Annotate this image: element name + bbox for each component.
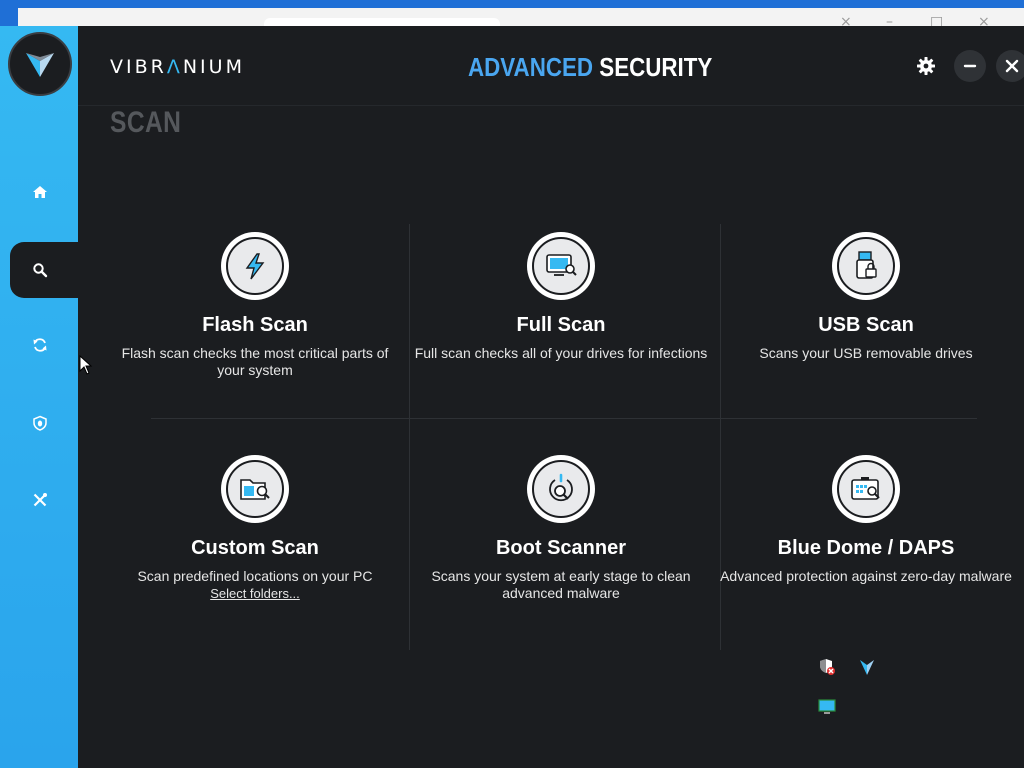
flash-scan-card[interactable]: Flash Scan Flash scan checks the most cr… (102, 232, 408, 379)
card-title: Full Scan (516, 314, 606, 336)
usb-scan-button[interactable] (832, 232, 900, 300)
app-header: VIBRΛNIUM ADVANCED SECURITY (78, 26, 1024, 106)
tools-icon (33, 493, 47, 507)
search-icon (33, 263, 48, 278)
flash-scan-button[interactable] (221, 232, 289, 300)
select-folders-link[interactable]: Select folders... (210, 586, 300, 601)
home-icon (33, 186, 47, 198)
card-description: Scans your system at early stage to clea… (431, 568, 691, 601)
sidebar-item-protection[interactable] (10, 395, 78, 451)
security-alert-tray-icon[interactable] (817, 657, 837, 677)
full-scan-card[interactable]: Full Scan Full scan checks all of your d… (408, 232, 714, 362)
folder-search-icon (240, 479, 270, 500)
card-title: Boot Scanner (495, 537, 627, 559)
card-description: Flash scan checks the most critical part… (121, 345, 389, 378)
settings-button[interactable] (910, 50, 942, 82)
card-title: Custom Scan (191, 537, 319, 559)
grid-divider (151, 418, 977, 419)
lightning-icon (245, 253, 265, 280)
card-description: Full scan checks all of your drives for … (414, 345, 708, 361)
full-scan-button[interactable] (527, 232, 595, 300)
shield-warning-icon (820, 659, 835, 675)
gear-icon (917, 57, 935, 75)
brand-wordmark: VIBRΛNIUM (110, 56, 245, 78)
custom-scan-button[interactable] (221, 455, 289, 523)
app-logo[interactable] (8, 32, 72, 96)
usb-lock-icon (856, 251, 877, 279)
card-description: Scan predefined locations on your PC (137, 568, 373, 584)
display-tray-icon[interactable] (817, 697, 837, 717)
app-title-advanced: ADVANCED (468, 52, 594, 82)
card-title: Flash Scan (202, 314, 308, 336)
blue-dome-daps-button[interactable] (832, 455, 900, 523)
close-icon (1005, 59, 1019, 73)
shield-bug-icon (33, 415, 47, 431)
refresh-icon (33, 338, 47, 352)
sidebar (0, 26, 78, 768)
boot-scan-icon (549, 473, 573, 502)
app-title-security: SECURITY (599, 52, 713, 82)
sidebar-item-tools[interactable] (10, 472, 78, 528)
brand-accent: Λ (166, 56, 183, 78)
scan-page: SCAN Flash Scan Flash scan checks the mo… (78, 106, 1024, 768)
sidebar-item-home[interactable] (10, 164, 78, 220)
sidebar-item-update[interactable] (10, 317, 78, 373)
usb-scan-card[interactable]: USB Scan Scans your USB removable drives (713, 232, 1019, 362)
custom-scan-card[interactable]: Custom Scan Scan predefined locations on… (102, 455, 408, 603)
brand-suffix: NIUM (182, 56, 245, 78)
card-title: USB Scan (818, 314, 914, 336)
card-description: Advanced protection against zero-day mal… (720, 568, 1012, 584)
boot-scanner-card[interactable]: Boot Scanner Scans your system at early … (408, 455, 714, 602)
monitor-search-icon (546, 254, 577, 276)
minimize-button[interactable] (954, 50, 986, 82)
boot-scanner-button[interactable] (527, 455, 595, 523)
vibranium-tray-icon[interactable] (857, 657, 877, 677)
keyboard-search-icon (851, 477, 880, 500)
mouse-cursor-icon (79, 355, 93, 375)
close-button[interactable] (996, 50, 1024, 82)
brand-prefix: VIBR (110, 56, 167, 78)
vibranium-logo-icon (26, 53, 54, 77)
sidebar-item-scan[interactable] (10, 242, 78, 298)
card-title: Blue Dome / DAPS (777, 537, 955, 559)
minimize-icon (963, 64, 977, 68)
blue-dome-daps-card[interactable]: Blue Dome / DAPS Advanced protection aga… (713, 455, 1019, 585)
app-title: ADVANCED SECURITY (468, 52, 712, 83)
monitor-icon (818, 699, 836, 714)
card-description: Scans your USB removable drives (759, 345, 973, 361)
page-title: SCAN (110, 106, 182, 139)
vibranium-logo-icon (860, 660, 874, 675)
